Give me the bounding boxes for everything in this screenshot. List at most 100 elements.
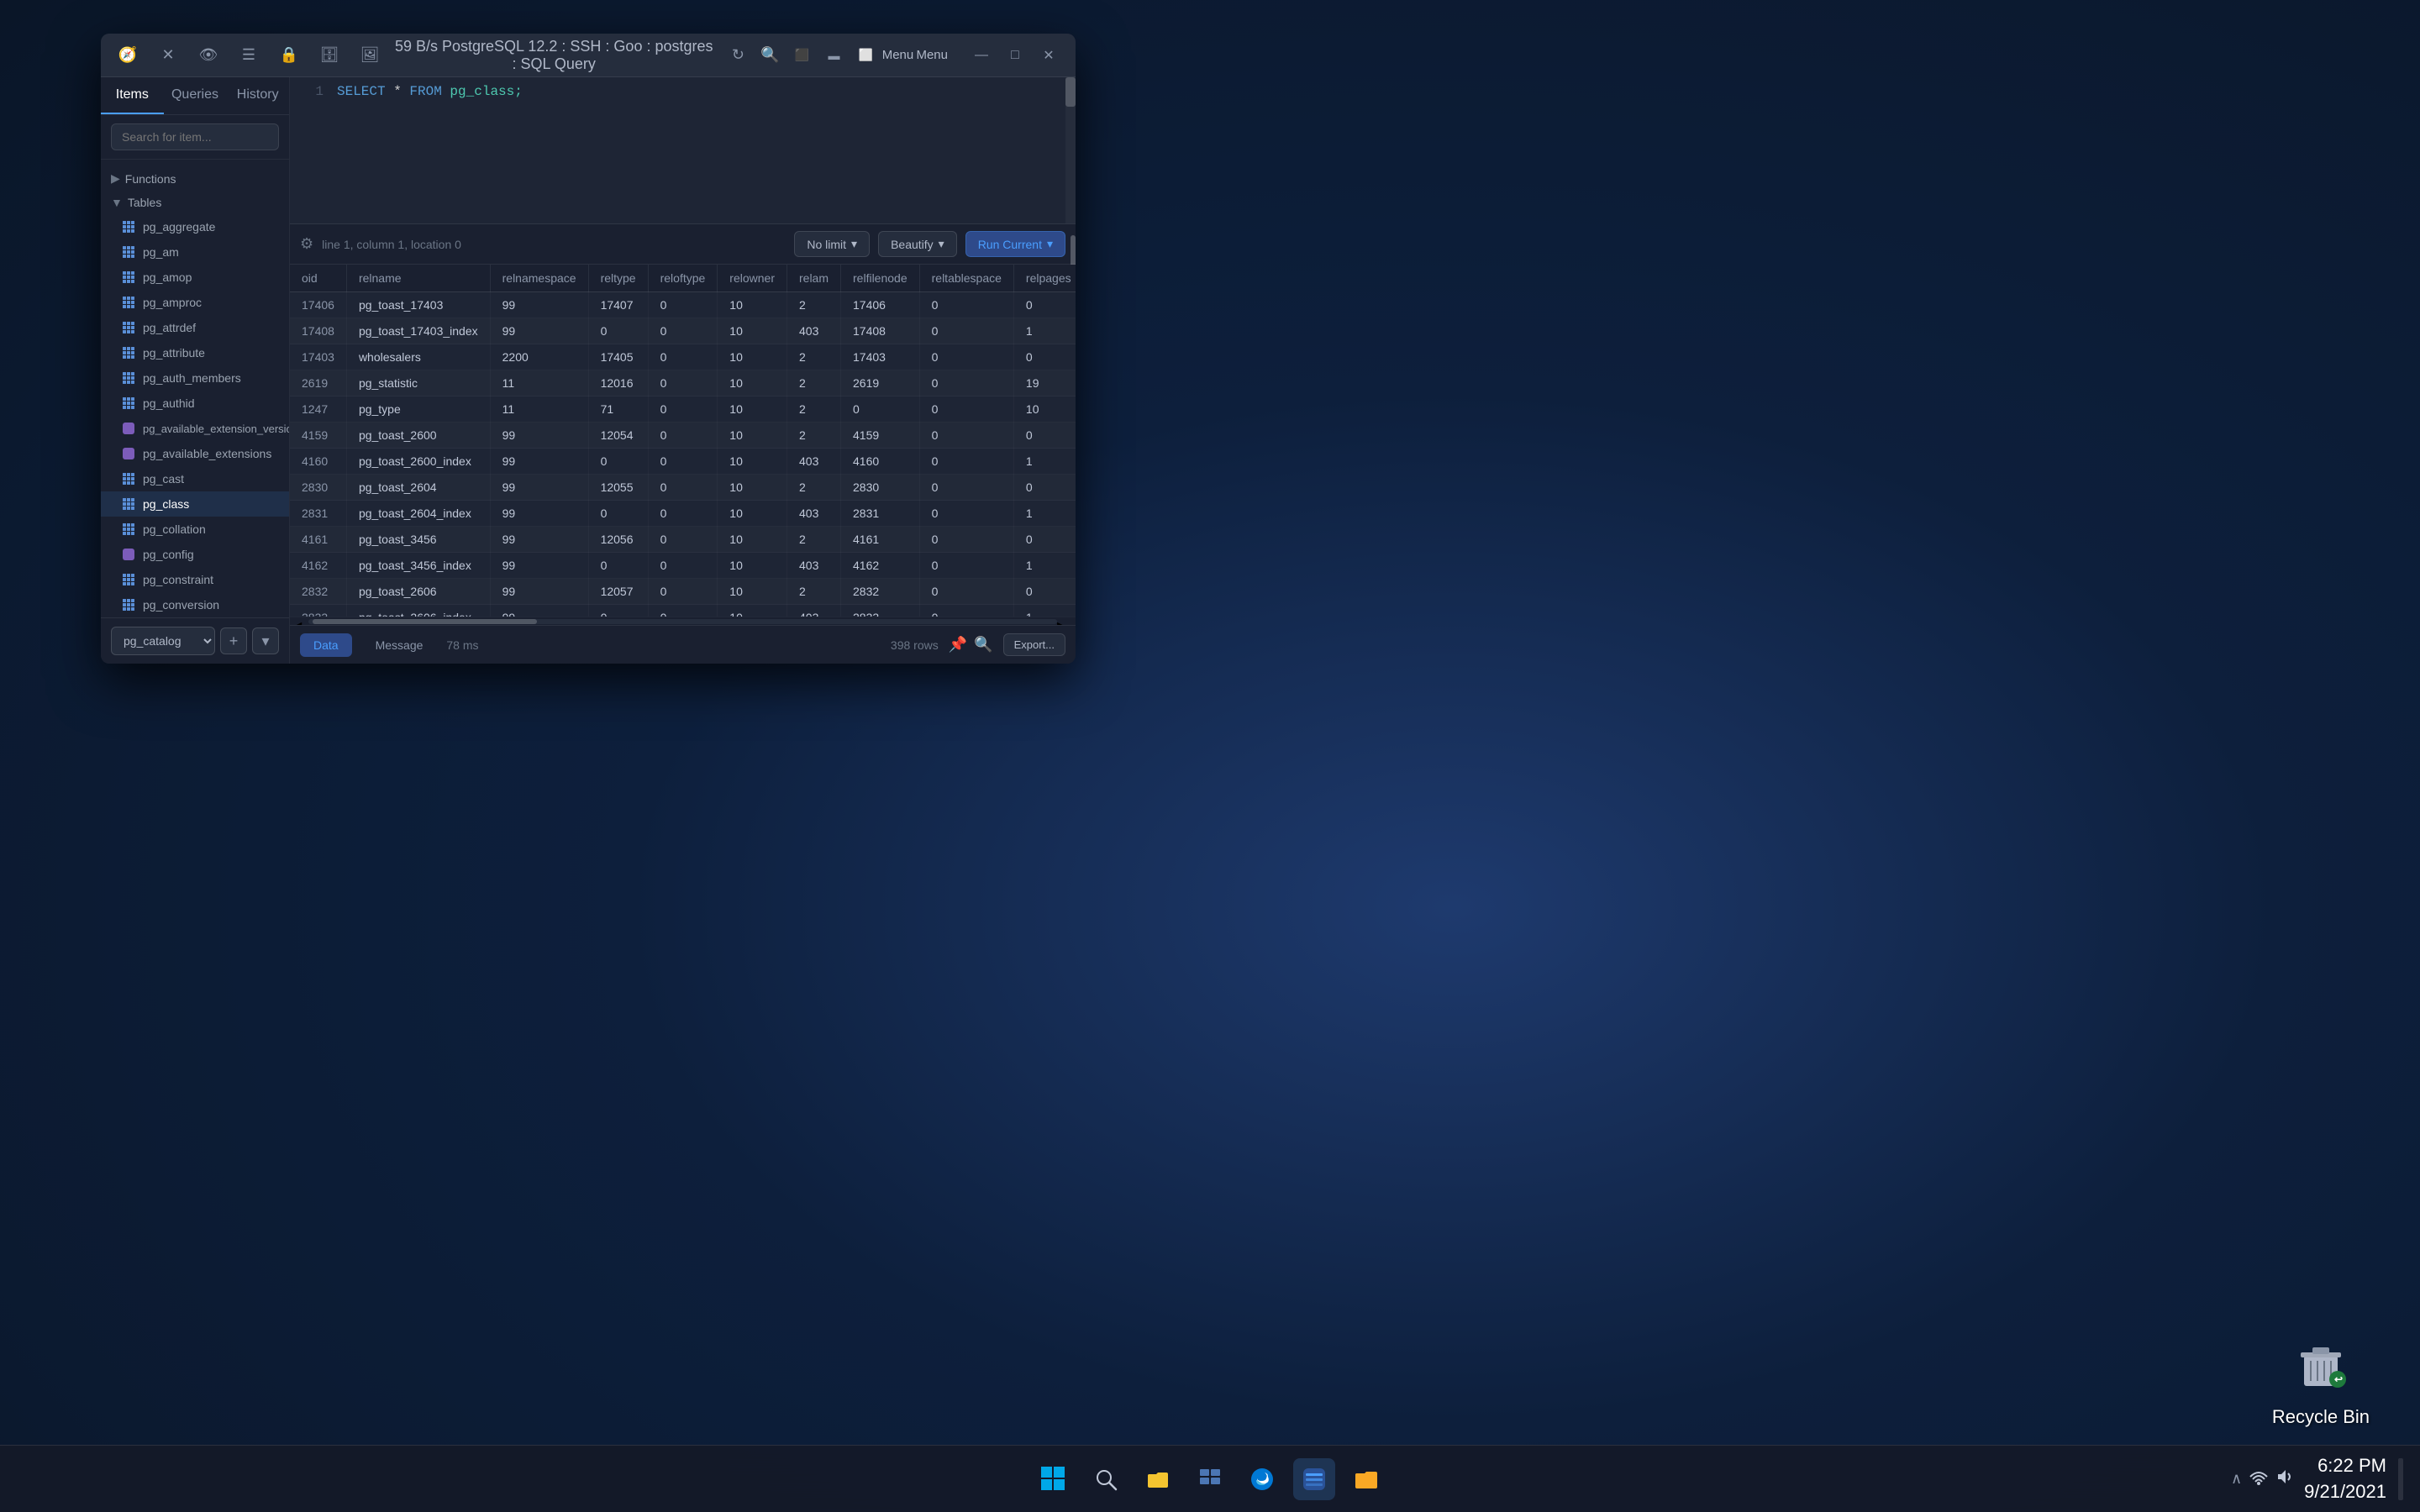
cell-reltablespace: 0 [919, 344, 1013, 370]
database-icon[interactable]: 🗄 [316, 42, 343, 69]
taskbar-search-button[interactable] [1085, 1458, 1127, 1500]
minimize-button[interactable]: — [968, 42, 995, 69]
no-limit-label: No limit [807, 238, 846, 251]
tab-history[interactable]: History [226, 77, 289, 114]
col-reltablespace[interactable]: reltablespace [919, 265, 1013, 292]
tray-volume-icon[interactable] [2275, 1467, 2296, 1492]
pin-icon[interactable]: 📌 [949, 636, 967, 654]
search-icon[interactable]: 🔍 [756, 42, 783, 69]
search-input[interactable] [111, 123, 279, 150]
col-relname[interactable]: relname [346, 265, 490, 292]
editor-scrollbar[interactable] [1065, 77, 1076, 223]
cell-relname: pg_toast_3456 [346, 527, 490, 553]
table-item-pg_available_extension_version[interactable]: pg_available_extension_version [101, 416, 289, 441]
close-small-icon[interactable]: ✕ [155, 42, 182, 69]
taskbar-taskview-button[interactable] [1189, 1458, 1231, 1500]
table-row: 2619pg_statistic111201601022619019422 [290, 370, 1076, 396]
table-item-pg_attrdef[interactable]: pg_attrdef [101, 315, 289, 340]
tray-network-icon[interactable] [2249, 1467, 2269, 1492]
data-table: oid relname relnamespace reltype relofty… [290, 265, 1076, 617]
col-relfilenode[interactable]: relfilenode [841, 265, 920, 292]
table-item-pg_amproc[interactable]: pg_amproc [101, 290, 289, 315]
table-item-pg_attribute[interactable]: pg_attribute [101, 340, 289, 365]
cell-reltablespace: 0 [919, 475, 1013, 501]
query-toolbar: ⚙ line 1, column 1, location 0 No limit … [290, 224, 1076, 265]
run-current-button[interactable]: Run Current ▾ [965, 231, 1065, 257]
menu-label[interactable]: Menu [916, 48, 948, 62]
list-icon[interactable]: ☰ [235, 42, 262, 69]
export-button[interactable]: Export... [1003, 633, 1065, 656]
sidebar-search-container [101, 115, 289, 160]
reload-icon[interactable]: ↻ [724, 42, 751, 69]
layout3-icon[interactable]: ⬜ [852, 42, 879, 69]
editor-area[interactable]: 1 SELECT * FROM pg_class; [290, 77, 1076, 224]
table-container[interactable]: oid relname relnamespace reltype relofty… [290, 265, 1076, 617]
lock-icon[interactable]: 🔒 [276, 42, 302, 69]
tab-data[interactable]: Data [300, 633, 352, 657]
col-reloftype[interactable]: reloftype [648, 265, 718, 292]
table-item-pg_aggregate[interactable]: pg_aggregate [101, 214, 289, 239]
cell-relfilenode: 2619 [841, 370, 920, 396]
tab-queries[interactable]: Queries [164, 77, 227, 114]
table-item-pg_amop[interactable]: pg_amop [101, 265, 289, 290]
cell-relname: pg_toast_3456_index [346, 553, 490, 579]
eye-icon[interactable]: 👁 [195, 42, 222, 69]
no-limit-button[interactable]: No limit ▾ [794, 231, 870, 257]
cell-oid: 17408 [290, 318, 346, 344]
table-row: 17406pg_toast_174039917407010217406000 [290, 292, 1076, 318]
settings-icon[interactable]: ⚙ [300, 235, 313, 253]
col-relowner[interactable]: relowner [718, 265, 787, 292]
close-button[interactable]: ✕ [1035, 42, 1062, 69]
cell-reltablespace: 0 [919, 553, 1013, 579]
table-item-pg_authid[interactable]: pg_authid [101, 391, 289, 416]
nav-icon[interactable]: 🧭 [114, 42, 141, 69]
taskbar-files-button[interactable] [1345, 1458, 1387, 1500]
recycle-bin[interactable]: ↩ Recycle Bin [2272, 1332, 2370, 1428]
arrow-schema-button[interactable]: ▾ [252, 627, 279, 654]
tables-section-header[interactable]: ▼ Tables [101, 191, 289, 214]
col-relam[interactable]: relam [787, 265, 841, 292]
table-item-pg_auth_members[interactable]: pg_auth_members [101, 365, 289, 391]
results-area: oid relname relnamespace reltype relofty… [290, 265, 1076, 625]
cell-reltype: 12055 [588, 475, 648, 501]
show-desktop-button[interactable] [2398, 1458, 2403, 1500]
menu-button[interactable]: Menu [884, 42, 911, 69]
table-item-pg_class[interactable]: pg_class [101, 491, 289, 517]
tab-items[interactable]: Items [101, 77, 164, 114]
table-item-pg_am[interactable]: pg_am [101, 239, 289, 265]
layout1-icon[interactable]: ⬛ [788, 42, 815, 69]
table-item-pg_collation[interactable]: pg_collation [101, 517, 289, 542]
table-item-pg_constraint[interactable]: pg_constraint [101, 567, 289, 592]
taskbar-tableplus-button[interactable] [1293, 1458, 1335, 1500]
window-controls: — □ ✕ [968, 42, 1062, 69]
table-item-pg_available_extensions[interactable]: pg_available_extensions [101, 441, 289, 466]
schema-selector[interactable]: pg_catalog [111, 627, 215, 655]
windows-start-button[interactable] [1033, 1458, 1075, 1500]
add-schema-button[interactable]: + [220, 627, 247, 654]
table-item-pg_cast[interactable]: pg_cast [101, 466, 289, 491]
cell-reltype: 12056 [588, 527, 648, 553]
table-item-pg_conversion[interactable]: pg_conversion [101, 592, 289, 617]
taskbar-edge-button[interactable] [1241, 1458, 1283, 1500]
col-relpages[interactable]: relpages [1013, 265, 1076, 292]
tab-message[interactable]: Message [362, 633, 437, 657]
cell-relowner: 10 [718, 292, 787, 318]
beautify-button[interactable]: Beautify ▾ [878, 231, 957, 257]
col-relnamespace[interactable]: relnamespace [490, 265, 588, 292]
table-item-pg_config[interactable]: pg_config [101, 542, 289, 567]
functions-section-header[interactable]: ▶ Functions [101, 166, 289, 191]
clock[interactable]: 6:22 PM 9/21/2021 [2304, 1453, 2386, 1505]
col-reltype[interactable]: reltype [588, 265, 648, 292]
cell-relfilenode: 17403 [841, 344, 920, 370]
image-icon[interactable]: 🖼 [356, 42, 383, 69]
layout2-icon[interactable]: ▬ [820, 42, 847, 69]
col-oid[interactable]: oid [290, 265, 346, 292]
cell-reltablespace: 0 [919, 396, 1013, 423]
taskbar-filemanager-button[interactable] [1137, 1458, 1179, 1500]
maximize-button[interactable]: □ [1002, 42, 1028, 69]
table-label: pg_config [143, 548, 194, 561]
cell-reltype: 0 [588, 449, 648, 475]
tray-up-arrow[interactable]: ∧ [2231, 1470, 2242, 1488]
footer-search-icon[interactable]: 🔍 [974, 636, 992, 654]
table-label: pg_collation [143, 522, 206, 536]
